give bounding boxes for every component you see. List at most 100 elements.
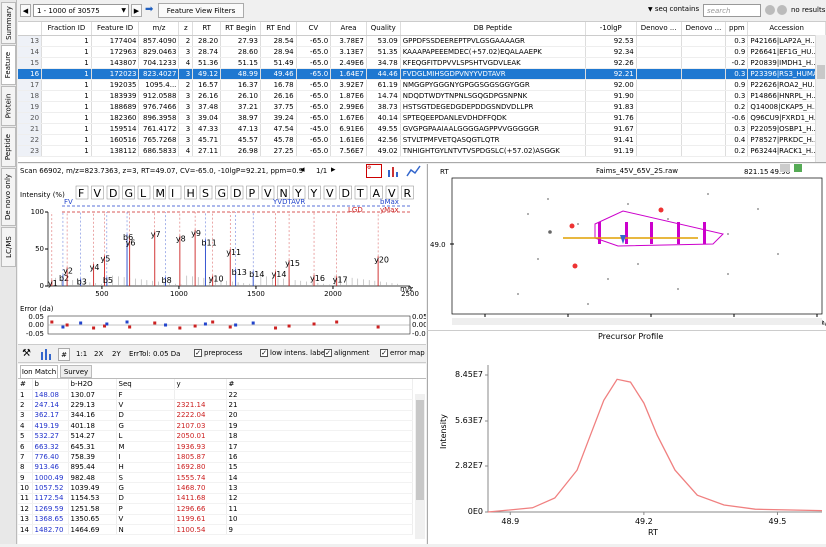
tab-survey[interactable]: Survey <box>60 365 92 378</box>
column-header[interactable]: Quality <box>366 22 401 36</box>
feature-view-filters-button[interactable]: Feature View Filters <box>158 3 244 18</box>
table-row[interactable]: 22 1 160516 765.7268 3 45.71 45.57 45.78 -65.0 1.… <box>18 134 826 146</box>
column-header[interactable] <box>18 22 43 36</box>
table-cell: P22059|OSBP1_H... <box>747 123 826 135</box>
checkbox-label: alignment <box>334 349 370 357</box>
side-tab-lcms[interactable]: LC/MS <box>1 227 16 267</box>
side-tab-feature[interactable]: Feature <box>1 45 16 85</box>
ion-row[interactable]: 5 532.27 514.27 L 2050.01 18 <box>18 430 413 442</box>
checkbox-alignment[interactable]: ✓ alignment <box>324 349 369 357</box>
column-header[interactable]: ppm <box>725 22 749 36</box>
scrollbar-thumb[interactable] <box>416 400 424 500</box>
tab-ion-match[interactable]: Ion Match <box>20 365 58 378</box>
spectrum-chart[interactable]: Intensity (%) F V D G L M I H S G D P V N Y Y V D T A V RFV YVD… <box>18 176 426 344</box>
spectrum-view-icon[interactable] <box>40 348 52 360</box>
side-tab-denovo[interactable]: De novo only <box>1 168 16 226</box>
ion-scrollbar[interactable] <box>415 394 425 539</box>
ion-cell: 9 <box>226 524 413 536</box>
ms1-peak-dot <box>727 273 729 275</box>
ion-column-header[interactable]: # <box>18 379 33 390</box>
prev-scan-icon[interactable]: ◂ <box>300 165 305 175</box>
column-header[interactable]: Accession <box>747 22 826 36</box>
table-row[interactable]: 21 1 159514 761.4172 3 47.33 47.13 47.54 -45.0 6.… <box>18 123 826 135</box>
search-mode-select[interactable]: ▼ seq contains <box>648 5 699 13</box>
ms1-heatmap[interactable]: Faims_45V_65V_2S.rawRT49.082282382482582… <box>428 164 826 344</box>
wrench-icon[interactable]: ⚒ <box>22 348 31 359</box>
table-cell: 91.76 <box>585 112 637 124</box>
table-row[interactable]: 13 1 177404 857.4090 2 28.20 27.93 28.54 -65.0 3.… <box>18 35 826 47</box>
precursor-chart[interactable]: Precursor Profile 0E0 2.82E7 5.63E7 8.45E7 48… <box>428 331 826 545</box>
ion-cell: P <box>116 503 175 515</box>
table-row[interactable]: 18 1 183939 912.0588 3 26.16 26.10 26.16 -65.0 1.… <box>18 90 826 102</box>
spectrum-toolbar: ⚒ # 1:1 2X 2Y ErrTol: 0.05 Da ✓ preproces… <box>18 344 426 363</box>
table-row[interactable]: 16 1 172023 823.4027 3 49.12 48.99 49.46 -65.0 1.… <box>18 68 826 80</box>
ion-row[interactable]: 2 247.14 229.13 V 2321.14 21 <box>18 399 413 411</box>
table-cell: 91.67 <box>585 123 637 135</box>
column-header[interactable]: Denovo ... <box>681 22 727 36</box>
table-row[interactable]: 17 1 192035 1095.4... 2 16.57 16.37 16.78 -65.0 3… <box>18 79 826 91</box>
table-scrollbar[interactable] <box>815 35 826 162</box>
column-header[interactable]: Denovo ... <box>636 22 682 36</box>
peak-label: b14 <box>249 270 264 279</box>
ion-row[interactable]: 10 1057.52 1039.49 G 1468.70 13 <box>18 482 413 494</box>
checkbox-error-map[interactable]: ✓ error map <box>380 349 425 357</box>
search-next-icon[interactable] <box>777 5 787 15</box>
table-row[interactable]: 19 1 188689 976.7466 3 37.48 37.21 37.75 -65.0 2.… <box>18 101 826 113</box>
column-header[interactable]: Feature ID <box>91 22 140 36</box>
ion-column-header[interactable]: # <box>226 379 413 390</box>
column-header[interactable]: CV <box>296 22 332 36</box>
ion-column-header[interactable]: Seq <box>116 379 175 390</box>
column-header[interactable]: m/z <box>138 22 180 36</box>
side-tab-peptide[interactable]: Peptide <box>1 127 16 167</box>
table-row[interactable]: 14 1 172963 829.0463 3 28.74 28.60 28.94 -65.0 3.… <box>18 46 826 58</box>
ion-row[interactable]: 7 776.40 758.39 I 1805.87 16 <box>18 451 413 463</box>
table-cell: 51.15 <box>220 57 261 69</box>
ion-column-header[interactable]: y <box>174 379 227 390</box>
table-row[interactable]: 20 1 182360 896.3958 3 39.04 38.97 39.24 -65.0 1.… <box>18 112 826 124</box>
table-cell: 16.37 <box>220 79 261 91</box>
ion-row[interactable]: 1 148.08 130.07 F 22 <box>18 389 413 401</box>
ion-row[interactable]: 3 362.17 344.16 D 2222.04 20 <box>18 410 413 422</box>
ion-cell: 1100.54 <box>174 524 227 536</box>
zoom-2y-button[interactable]: 2Y <box>112 350 121 358</box>
search-prev-icon[interactable] <box>765 5 775 15</box>
side-tab-protein[interactable]: Protein <box>1 86 16 126</box>
range-select[interactable]: 1 - 1000 of 30575 ▼ <box>33 4 129 17</box>
ion-row[interactable]: 4 419.19 401.18 G 2107.03 19 <box>18 420 413 432</box>
column-header[interactable]: Fraction ID <box>41 22 92 36</box>
zoom-2x-button[interactable]: 2X <box>94 350 103 358</box>
ion-row[interactable]: 13 1368.65 1350.65 V 1199.61 10 <box>18 514 413 525</box>
column-header[interactable]: z <box>178 22 194 36</box>
ion-row[interactable]: 12 1269.59 1251.58 P 1296.66 11 <box>18 503 413 515</box>
next-page-button[interactable]: ▶ <box>131 4 142 17</box>
column-header[interactable]: -10lgP <box>585 22 637 36</box>
hash-button[interactable]: # <box>58 348 70 361</box>
search-input[interactable]: search <box>703 4 761 17</box>
ion-row[interactable]: 8 913.46 895.44 H 1692.80 15 <box>18 462 413 474</box>
table-row[interactable]: 23 1 138112 686.5833 4 27.11 26.98 27.25 -65.0 7.… <box>18 145 826 157</box>
zoom-1-1-button[interactable]: 1:1 <box>76 350 87 358</box>
column-header[interactable]: DB Peptide <box>400 22 586 36</box>
ion-row[interactable]: 9 1000.49 982.48 S 1555.74 14 <box>18 472 413 484</box>
ion-column-header[interactable]: b-H2O <box>68 379 117 390</box>
table-cell: 28.20 <box>192 35 222 47</box>
ion-column-header[interactable]: b <box>32 379 69 390</box>
column-header[interactable]: Area <box>330 22 367 36</box>
column-header[interactable]: RT Begin <box>220 22 261 36</box>
side-tab-summary[interactable]: Summary <box>1 2 16 44</box>
ion-cell: 1805.87 <box>174 451 227 463</box>
ion-row[interactable]: 14 1482.70 1464.69 N 1100.54 9 <box>18 524 413 536</box>
column-header[interactable]: RT End <box>260 22 297 36</box>
scrollbar-thumb[interactable] <box>817 65 825 79</box>
error-tolerance[interactable]: ErrTol: 0.05 Da <box>129 350 180 358</box>
ion-row[interactable]: 6 663.32 645.31 M 1936.93 17 <box>18 441 413 453</box>
table-row[interactable]: 15 1 143807 704.1233 4 51.36 51.15 51.49 -65.0 2.… <box>18 57 826 69</box>
column-header[interactable]: RT <box>192 22 222 36</box>
checkbox-preprocess[interactable]: ✓ preprocess <box>194 349 242 357</box>
error-point <box>234 323 238 327</box>
prev-page-button[interactable]: ◀ <box>20 4 31 17</box>
ion-row[interactable]: 11 1172.54 1154.53 D 1411.68 12 <box>18 493 413 505</box>
next-scan-icon[interactable]: ▸ <box>331 165 336 175</box>
table-cell: P14866|HNRPL_H... <box>747 90 826 102</box>
checkbox-low-intens-label[interactable]: ✓ low intens. label <box>260 349 327 357</box>
